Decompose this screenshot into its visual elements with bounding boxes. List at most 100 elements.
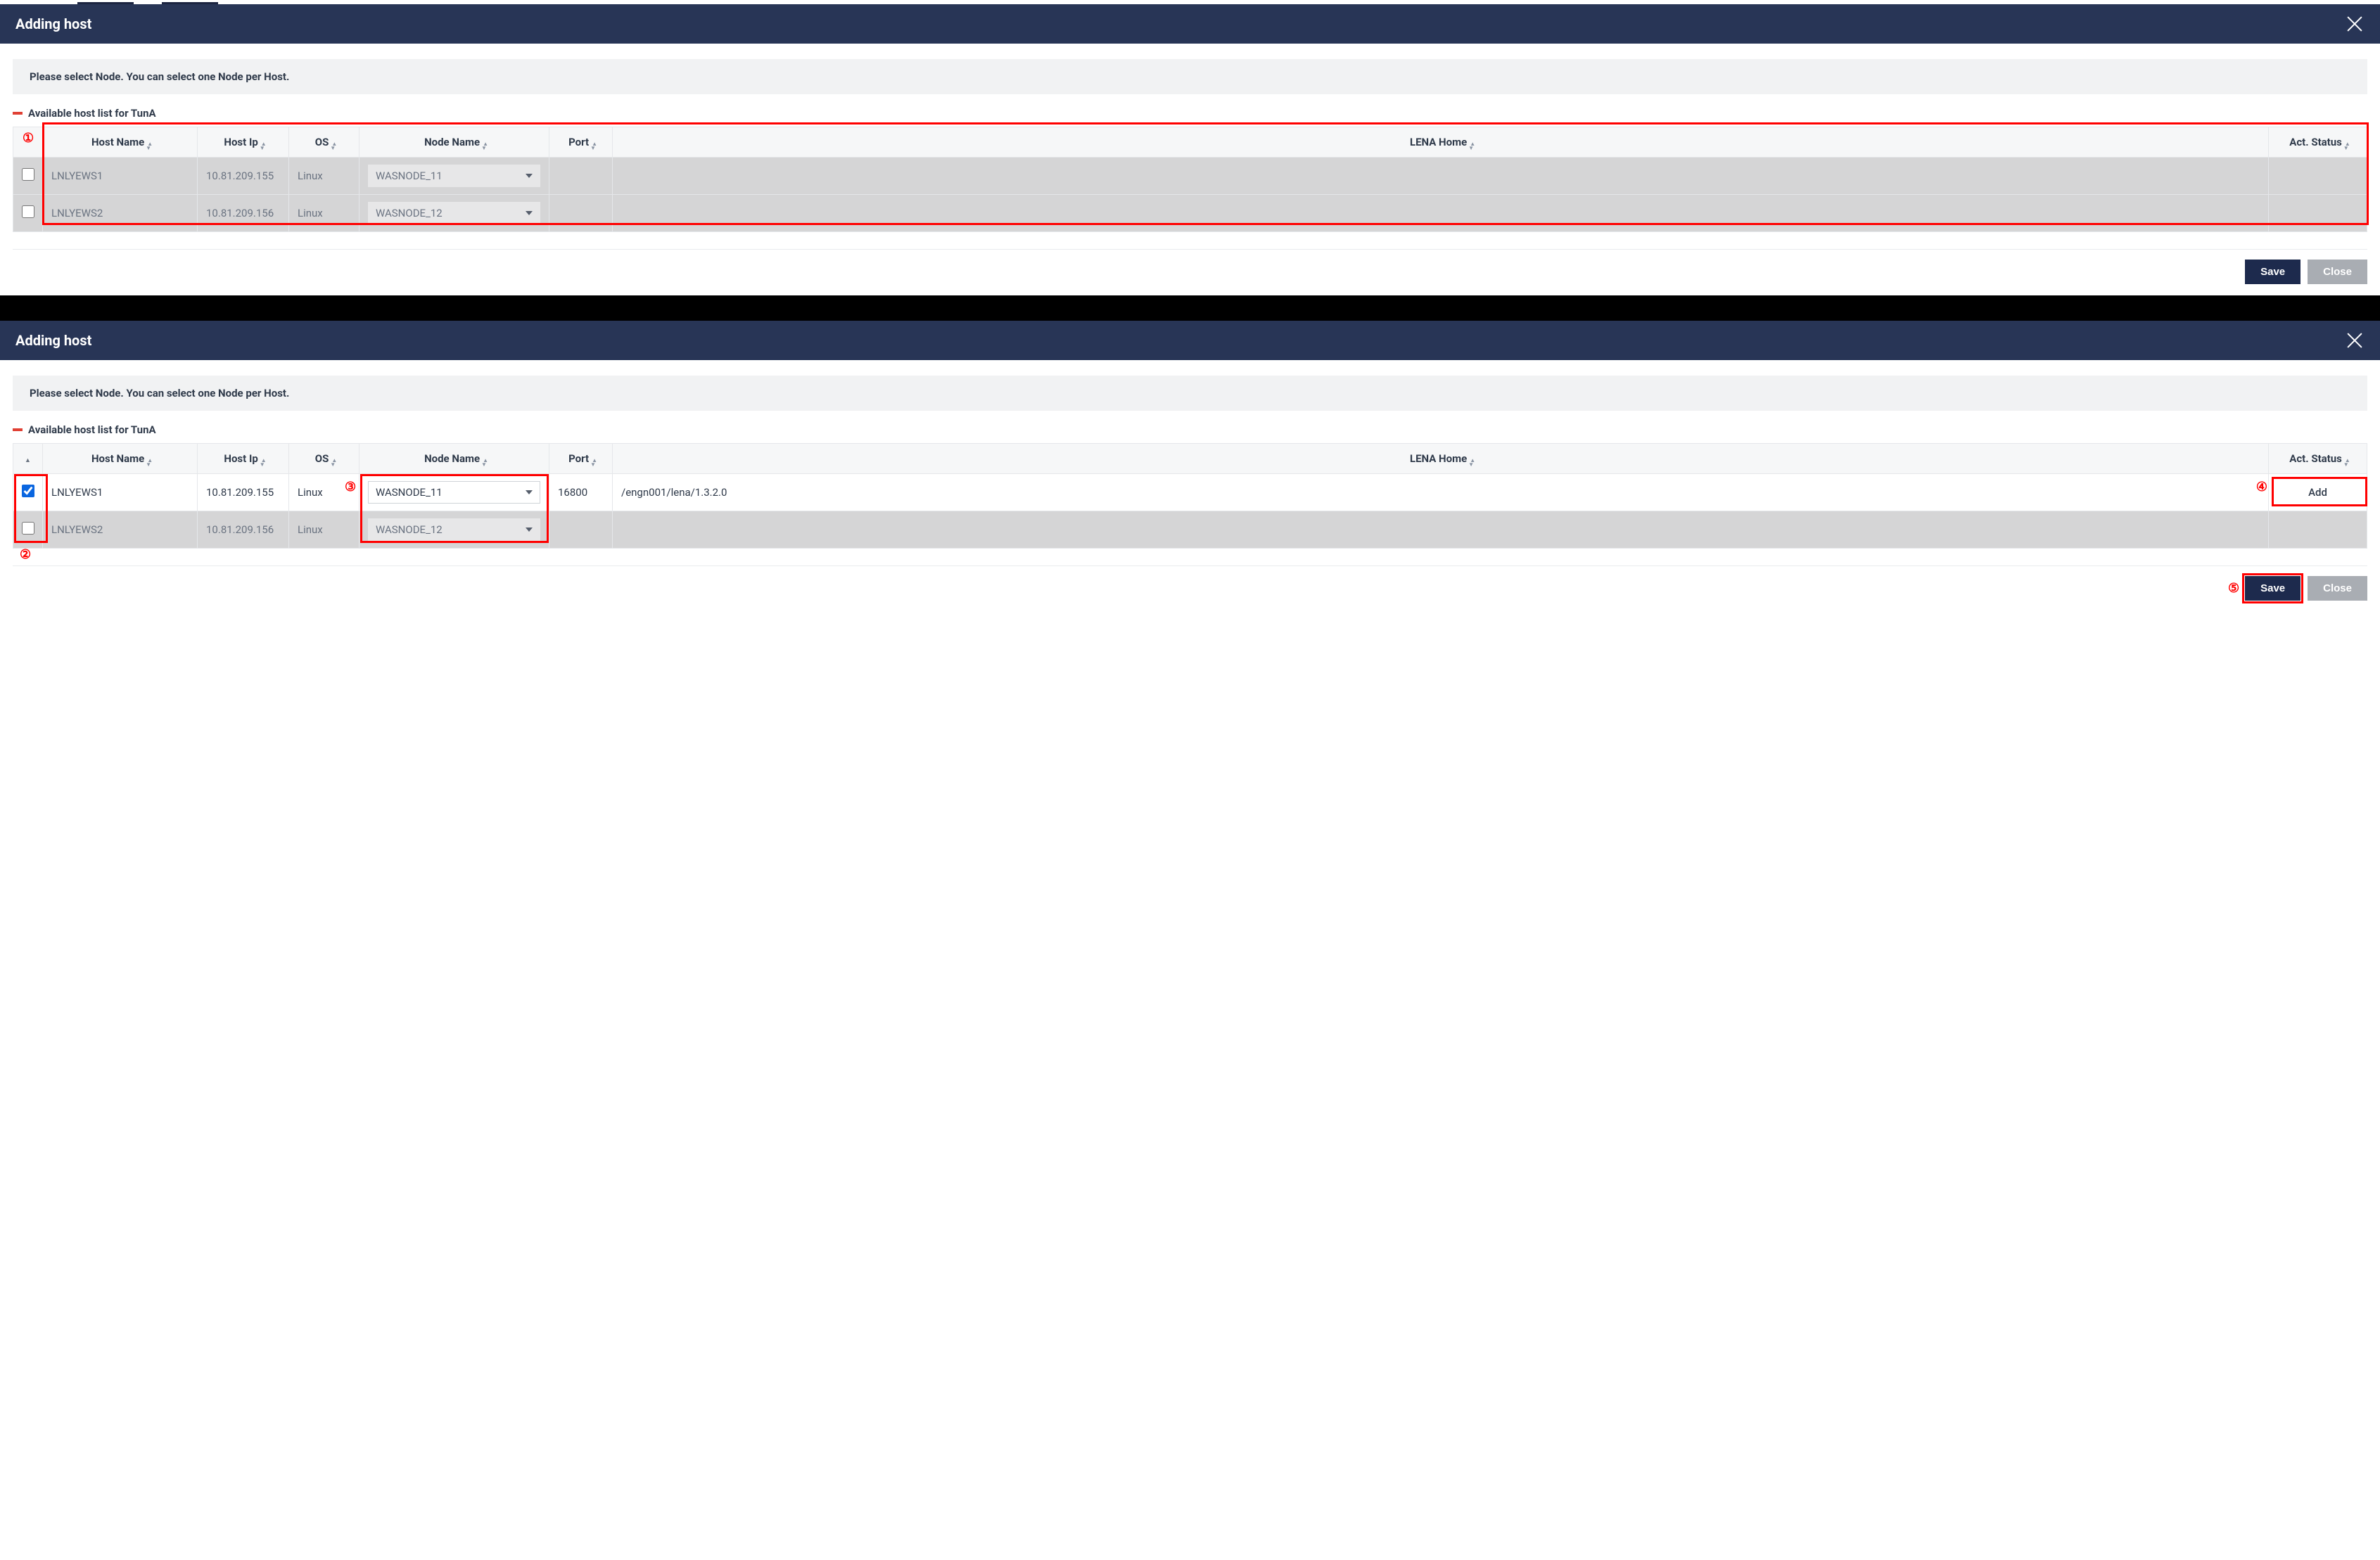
table-header-row: ▲ Host Name Host Ip OS Node Name Port LE… [13,444,2367,474]
table-header-row: Host Name Host Ip OS Node Name Port LENA… [13,127,2367,158]
table-row: LNLYEWS1 10.81.209.155 Linux WASNODE_11 … [13,474,2367,511]
cell-os: Linux [289,195,359,232]
sort-icon[interactable] [147,456,148,464]
dialog-title: Adding host [15,332,91,349]
sort-up-icon[interactable]: ▲ [25,457,31,464]
cell-act-status [2269,158,2367,195]
close-icon[interactable] [2345,331,2365,350]
section-header[interactable]: Available host list for TunA [13,107,2367,120]
close-button[interactable]: Close [2308,576,2367,601]
col-port[interactable]: Port [549,444,613,474]
separator-bar [0,295,2380,321]
collapse-icon[interactable] [13,428,23,431]
host-table: ▲ Host Name Host Ip OS Node Name Port LE… [13,443,2367,549]
cell-host-name: LNLYEWS2 [43,511,198,549]
col-os[interactable]: OS [289,444,359,474]
col-checkbox[interactable]: ▲ [13,444,43,474]
row-checkbox[interactable] [22,485,34,497]
col-host-ip[interactable]: Host Ip [198,444,289,474]
panel-header: Adding host [0,321,2380,360]
sort-icon[interactable] [261,456,262,464]
cell-os: Linux [289,158,359,195]
sort-icon[interactable] [261,140,262,148]
node-name-select[interactable]: WASNODE_12 [368,518,540,541]
sort-icon[interactable] [483,140,484,148]
sort-icon[interactable] [592,456,593,464]
table-row: LNLYEWS2 10.81.209.156 Linux WASNODE_12 [13,511,2367,549]
col-lena-home[interactable]: LENA Home [613,444,2269,474]
callout-number-4: ④ [2256,480,2267,494]
cell-lena-home [613,158,2269,195]
cell-lena-home [613,195,2269,232]
col-node-name[interactable]: Node Name [359,127,549,158]
cell-host-ip: 10.81.209.155 [198,474,289,511]
adding-host-panel-1: Adding host Please select Node. You can … [0,4,2380,295]
host-table: Host Name Host Ip OS Node Name Port LENA… [13,127,2367,232]
table-row: LNLYEWS2 10.81.209.156 Linux WASNODE_12 [13,195,2367,232]
close-icon[interactable] [2345,14,2365,34]
footer: Save Close [13,249,2367,295]
cell-os: Linux [289,511,359,549]
row-checkbox[interactable] [22,522,34,535]
collapse-icon[interactable] [13,112,23,115]
row-checkbox[interactable] [22,205,34,218]
close-button[interactable]: Close [2308,260,2367,284]
node-name-select[interactable]: WASNODE_11 [368,165,540,187]
node-name-select[interactable]: WASNODE_11 [368,481,540,504]
section-header[interactable]: Available host list for TunA [13,423,2367,436]
col-act-status[interactable]: Act. Status [2269,127,2367,158]
info-bar: Please select Node. You can select one N… [13,59,2367,94]
col-lena-home[interactable]: LENA Home [613,127,2269,158]
callout-number-5: ⑤ [2228,581,2239,596]
adding-host-panel-2: Adding host Please select Node. You can … [0,321,2380,612]
sort-icon[interactable] [331,456,333,464]
col-node-name[interactable]: Node Name [359,444,549,474]
col-os[interactable]: OS [289,127,359,158]
row-checkbox[interactable] [22,168,34,181]
cell-port [549,195,613,232]
cell-host-ip: 10.81.209.155 [198,158,289,195]
host-table-wrap-1: Host Name Host Ip OS Node Name Port LENA… [13,127,2367,232]
sort-icon[interactable] [592,140,593,148]
cell-host-ip: 10.81.209.156 [198,511,289,549]
chevron-down-icon [526,490,533,494]
col-host-name[interactable]: Host Name [43,444,198,474]
info-bar: Please select Node. You can select one N… [13,376,2367,411]
col-host-ip[interactable]: Host Ip [198,127,289,158]
dialog-title: Adding host [15,15,91,32]
table-row: LNLYEWS1 10.81.209.155 Linux WASNODE_11 [13,158,2367,195]
cell-host-ip: 10.81.209.156 [198,195,289,232]
cell-act-status [2269,195,2367,232]
chevron-down-icon [526,211,533,215]
sort-icon[interactable] [147,140,148,148]
cell-port [549,158,613,195]
sort-icon[interactable] [1470,456,1471,464]
callout-number-3: ③ [345,480,356,494]
callout-number-2: ② [20,547,31,562]
chevron-down-icon [526,174,533,178]
footer: ⑤ Save Close [13,565,2367,612]
cell-host-name: LNLYEWS2 [43,195,198,232]
callout-number-1: ① [23,131,34,146]
cell-host-name: LNLYEWS1 [43,158,198,195]
sort-icon[interactable] [1470,140,1471,148]
cell-port: 16800 [549,474,613,511]
col-port[interactable]: Port [549,127,613,158]
save-button[interactable]: Save [2245,260,2301,284]
act-status-add[interactable]: Add [2269,474,2367,511]
sort-icon[interactable] [2345,140,2346,148]
save-button[interactable]: Save [2245,576,2301,601]
chevron-down-icon [526,528,533,532]
cell-act-status [2269,511,2367,549]
sort-icon[interactable] [2345,456,2346,464]
col-act-status[interactable]: Act. Status [2269,444,2367,474]
cell-lena-home: /engn001/lena/1.3.2.0 [613,474,2269,511]
panel-header: Adding host [0,4,2380,44]
node-name-select[interactable]: WASNODE_12 [368,202,540,224]
cell-host-name: LNLYEWS1 [43,474,198,511]
sort-icon[interactable] [331,140,333,148]
host-table-wrap-2: ▲ Host Name Host Ip OS Node Name Port LE… [13,443,2367,549]
cell-lena-home [613,511,2269,549]
col-host-name[interactable]: Host Name [43,127,198,158]
sort-icon[interactable] [483,456,484,464]
